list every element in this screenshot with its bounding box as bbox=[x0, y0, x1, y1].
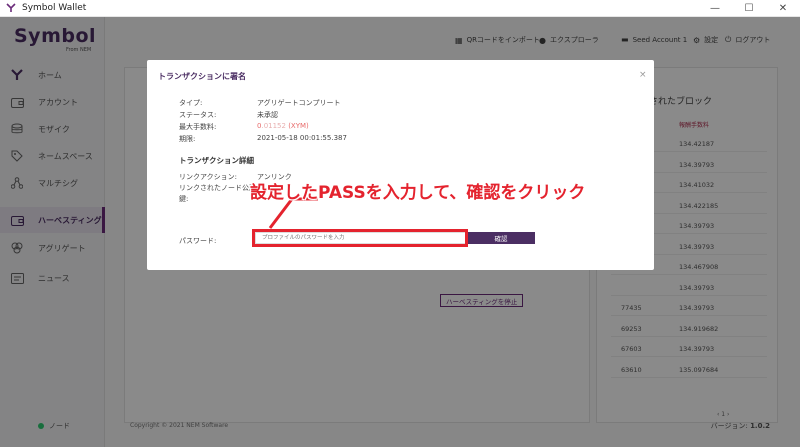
annotation-pointer-line bbox=[268, 197, 318, 229]
annotation-text: 設定したPASSを入力して、確認をクリック bbox=[250, 183, 586, 203]
annotation-highlight-box bbox=[252, 229, 468, 247]
